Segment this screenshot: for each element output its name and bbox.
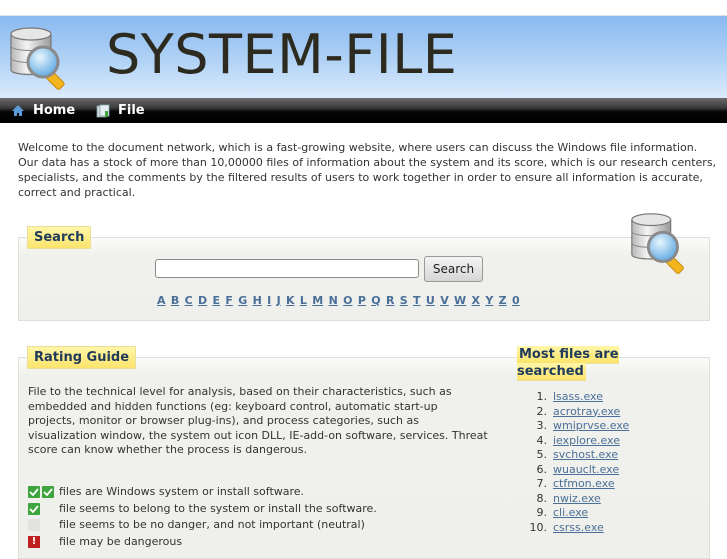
list-number: 5. xyxy=(536,448,548,461)
check-icon xyxy=(28,486,40,498)
alphabet-link[interactable]: 0 xyxy=(512,294,520,307)
file-link[interactable]: wuauclt.exe xyxy=(553,463,619,478)
list-item: 7. ctfmon.exe xyxy=(527,477,629,492)
main-nav: Home File xyxy=(0,98,727,123)
check-icon xyxy=(28,502,40,515)
list-item: 6. wuauclt.exe xyxy=(527,463,629,478)
alphabet-index: ABCDEFGHIJKLMNOPQRSTUVWXYZ0 xyxy=(157,294,525,307)
file-link[interactable]: csrss.exe xyxy=(553,521,604,536)
alphabet-link[interactable]: Y xyxy=(485,294,493,307)
rating-guide-heading: Rating Guide xyxy=(27,346,137,369)
alphabet-link[interactable]: A xyxy=(157,294,166,307)
alphabet-link[interactable]: T xyxy=(413,294,421,307)
site-header: SYSTEM-FILE xyxy=(0,15,727,99)
list-item: 4. iexplore.exe xyxy=(527,434,629,449)
list-number: 8. xyxy=(536,491,548,505)
list-number: 6. xyxy=(536,462,548,476)
legend-text: file may be dangerous xyxy=(59,534,183,548)
nav-file[interactable]: File xyxy=(96,98,145,123)
list-number: 9. xyxy=(536,506,548,519)
alphabet-link[interactable]: B xyxy=(171,294,179,307)
alphabet-link[interactable]: N xyxy=(329,294,338,307)
alphabet-link[interactable]: V xyxy=(440,294,449,307)
list-item: 3. wmiprvse.exe xyxy=(527,419,630,434)
alphabet-link[interactable]: O xyxy=(343,294,352,307)
database-search-icon[interactable] xyxy=(7,22,73,92)
list-number: 4. xyxy=(536,433,548,447)
file-link[interactable]: ctfmon.exe xyxy=(553,477,615,492)
alphabet-link[interactable]: X xyxy=(472,294,480,307)
list-number: 3. xyxy=(536,419,548,432)
list-item: 2. acrotray.exe xyxy=(527,405,629,420)
most-searched-list: 1. lsass.exe 2. acrotray.exe 3. wmiprvse.exe 4… xyxy=(527,390,630,536)
alphabet-link[interactable]: Q xyxy=(371,294,380,307)
alphabet-link[interactable]: K xyxy=(286,294,295,307)
file-link[interactable]: wmiprvse.exe xyxy=(553,419,629,434)
nav-file-label: File xyxy=(118,102,145,118)
file-link[interactable]: cli.exe xyxy=(553,506,588,521)
alphabet-link[interactable]: S xyxy=(400,294,408,307)
alphabet-link[interactable]: P xyxy=(358,294,366,307)
legend-text: files are Windows system or install soft… xyxy=(59,485,305,498)
alphabet-link[interactable]: W xyxy=(454,294,466,307)
danger-icon: ! xyxy=(28,535,40,548)
neutral-icon xyxy=(28,519,40,531)
check-icon xyxy=(42,486,54,498)
list-number: 2. xyxy=(536,404,548,418)
alphabet-link[interactable]: R xyxy=(386,294,394,307)
alphabet-link[interactable]: U xyxy=(426,294,435,307)
alphabet-link[interactable]: Z xyxy=(499,294,507,307)
search-input[interactable] xyxy=(155,259,419,278)
file-link[interactable]: svchost.exe xyxy=(553,448,618,463)
nav-home-label: Home xyxy=(33,102,76,118)
alphabet-link[interactable]: M xyxy=(312,294,323,307)
alphabet-link[interactable]: G xyxy=(238,294,247,307)
list-item: 5. svchost.exe xyxy=(527,448,629,463)
alphabet-link[interactable]: I xyxy=(267,294,271,307)
alphabet-link[interactable]: D xyxy=(198,294,207,307)
legend-text: file seems to be no danger, and not impo… xyxy=(59,518,365,531)
search-panel xyxy=(18,237,710,321)
file-link[interactable]: lsass.exe xyxy=(553,390,603,405)
list-number: 1. xyxy=(536,390,548,403)
rating-description: File to the technical level for analysis… xyxy=(28,385,488,456)
alphabet-link[interactable]: J xyxy=(277,294,281,307)
list-number: 10. xyxy=(529,520,548,534)
list-item: 10. csrss.exe xyxy=(527,521,629,536)
alphabet-link[interactable]: F xyxy=(225,294,233,307)
intro-text: Welcome to the document network, which i… xyxy=(18,141,717,199)
list-item: 1. lsass.exe xyxy=(527,390,629,405)
file-icon xyxy=(96,104,110,117)
search-heading: Search xyxy=(27,226,92,249)
legend-text: file seems to belong to the system or in… xyxy=(59,501,377,515)
home-icon xyxy=(12,105,24,116)
alphabet-link[interactable]: H xyxy=(253,294,262,307)
file-link[interactable]: iexplore.exe xyxy=(553,434,620,449)
search-button[interactable]: Search xyxy=(424,256,483,282)
alphabet-link[interactable]: L xyxy=(300,294,307,307)
alphabet-link[interactable]: C xyxy=(185,294,193,307)
site-title: SYSTEM-FILE xyxy=(106,23,458,86)
file-link[interactable]: acrotray.exe xyxy=(553,405,620,420)
alphabet-link[interactable]: E xyxy=(213,294,221,307)
list-number: 7. xyxy=(536,477,548,490)
most-searched-heading: Most files are searched xyxy=(517,346,619,380)
nav-home[interactable]: Home xyxy=(11,98,75,123)
file-link[interactable]: nwiz.exe xyxy=(553,492,601,507)
list-item: 9. cli.exe xyxy=(527,506,629,521)
database-search-icon xyxy=(631,213,684,274)
list-item: 8. nwiz.exe xyxy=(527,492,629,507)
